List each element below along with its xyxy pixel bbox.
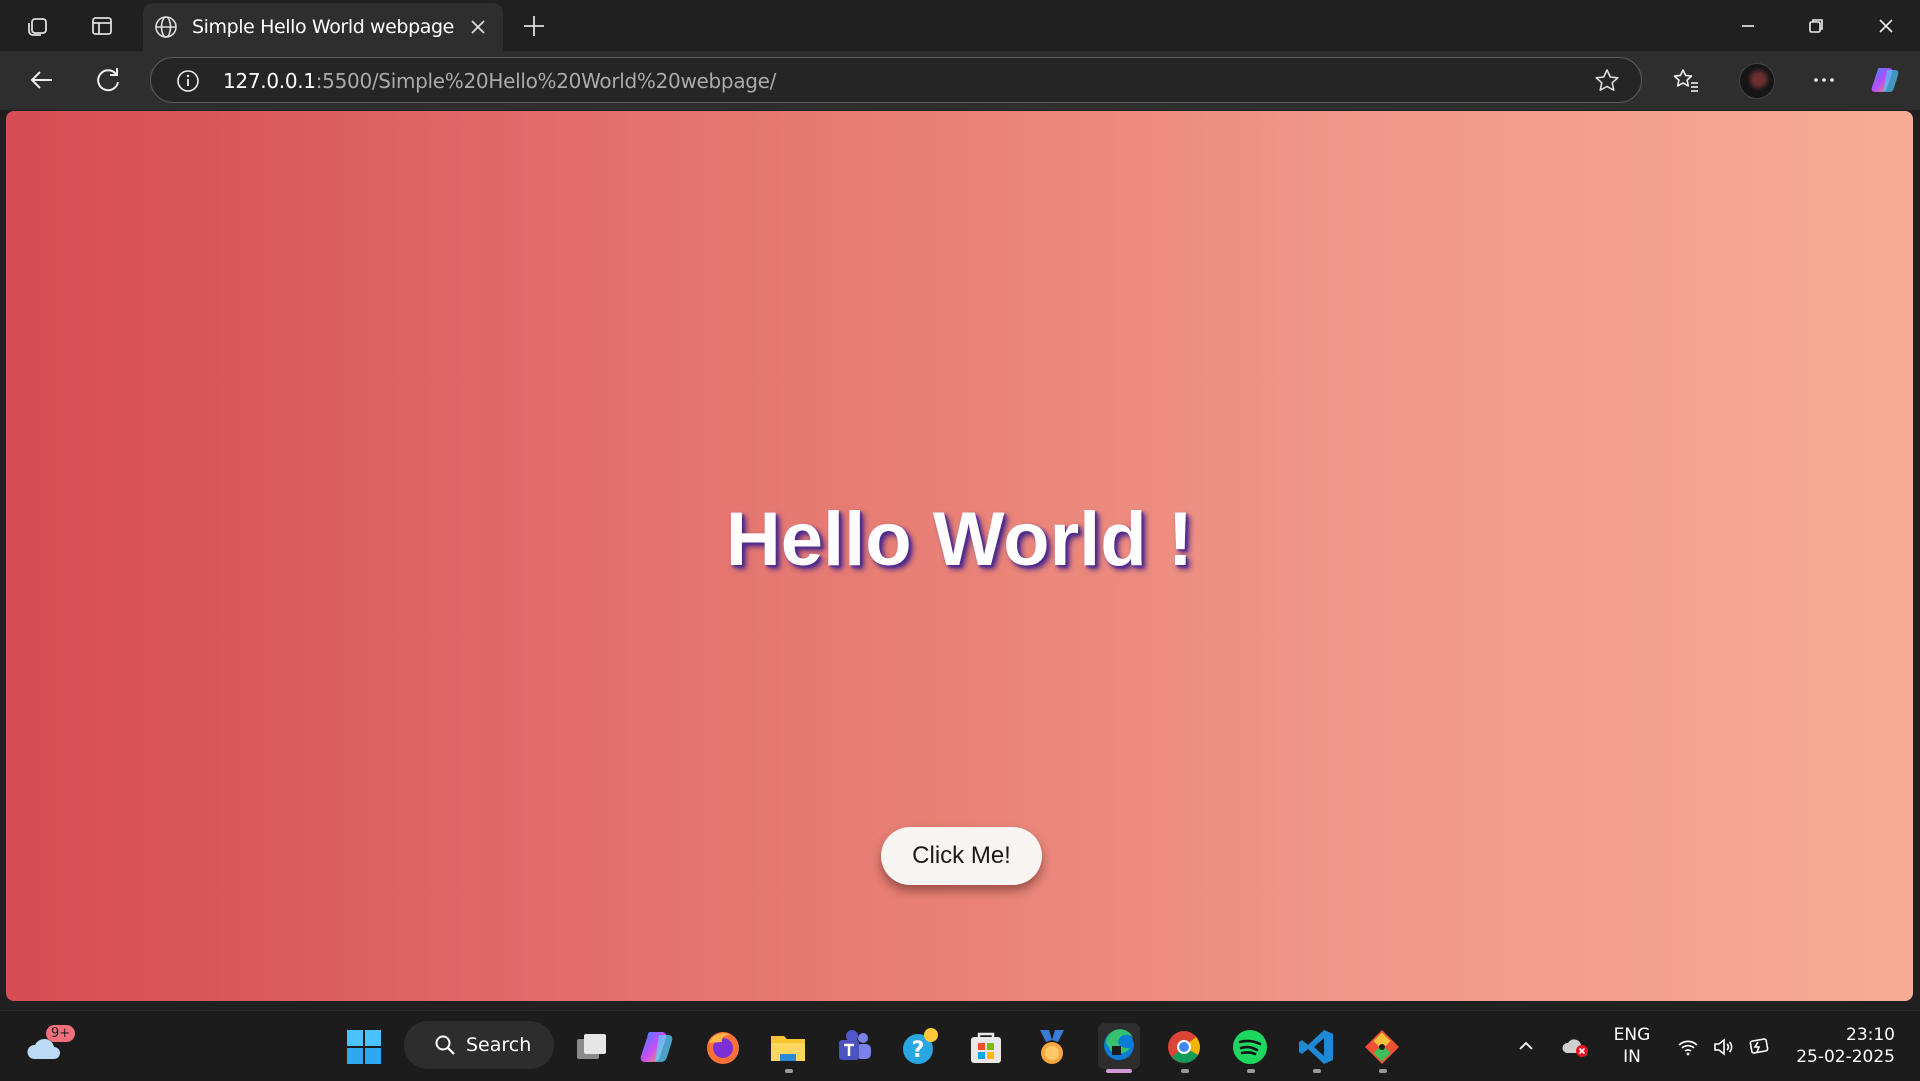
more-options-icon[interactable] [1808, 64, 1840, 96]
battery-icon[interactable] [1747, 1033, 1773, 1059]
wifi-icon[interactable] [1676, 1035, 1700, 1059]
page-viewport: Hello World ! Click Me! [6, 111, 1913, 1001]
url-host: 127.0.0.1 [223, 69, 316, 93]
firefox-icon[interactable] [703, 1027, 743, 1067]
language-indicator[interactable]: ENG IN [1610, 1024, 1654, 1068]
teams-icon[interactable] [834, 1027, 874, 1067]
windows-start-icon[interactable] [344, 1027, 384, 1067]
hello-heading: Hello World ! [725, 497, 1194, 582]
onedrive-error-icon[interactable] [1561, 1033, 1591, 1059]
weather-badge: 9+ [46, 1025, 76, 1042]
copilot-app-icon[interactable] [637, 1027, 677, 1067]
windows-taskbar: 9+ Search ? ENG IN 23:10 25-02-2025 [0, 1010, 1920, 1081]
file-explorer-icon[interactable] [768, 1027, 808, 1067]
favorite-star-icon[interactable] [1593, 67, 1621, 95]
address-bar[interactable]: 127.0.0.1:5500/Simple%20Hello%20World%20… [150, 57, 1642, 103]
workspaces-icon[interactable] [24, 12, 52, 40]
vscode-icon[interactable] [1296, 1027, 1336, 1067]
rewards-icon[interactable] [1032, 1027, 1072, 1067]
restore-icon[interactable] [1801, 11, 1831, 41]
git-running-indicator [1379, 1069, 1387, 1073]
clock-date: 25-02-2025 [1796, 1047, 1895, 1067]
tab-title: Simple Hello World webpage [192, 16, 454, 38]
minimize-icon[interactable] [1733, 11, 1763, 41]
site-info-icon[interactable] [175, 68, 201, 94]
chrome-icon[interactable] [1164, 1027, 1204, 1067]
search-icon [434, 1034, 456, 1056]
vscode-running-indicator [1313, 1069, 1321, 1073]
edge-icon[interactable] [1098, 1023, 1140, 1069]
url-path: :5500/Simple%20Hello%20World%20webpage/ [315, 69, 777, 93]
search-label: Search [466, 1034, 532, 1056]
profile-avatar[interactable] [1739, 63, 1775, 99]
browser-toolbar: 127.0.0.1:5500/Simple%20Hello%20World%20… [0, 51, 1920, 110]
taskbar-search[interactable]: Search [404, 1021, 554, 1069]
weather-widget[interactable]: 9+ [26, 1025, 76, 1065]
file-explorer-running-indicator [785, 1069, 793, 1073]
chrome-running-indicator [1181, 1069, 1189, 1073]
close-window-icon[interactable] [1871, 11, 1901, 41]
close-tab-icon[interactable] [467, 16, 489, 38]
git-icon[interactable] [1362, 1027, 1402, 1067]
task-view-icon[interactable] [571, 1027, 611, 1067]
url-text[interactable]: 127.0.0.1:5500/Simple%20Hello%20World%20… [223, 69, 776, 93]
language-line-1: ENG [1613, 1025, 1651, 1045]
active-tab[interactable]: Simple Hello World webpage [143, 3, 503, 51]
click-me-button[interactable]: Click Me! [881, 827, 1042, 885]
favorites-icon[interactable] [1670, 64, 1702, 96]
get-help-icon[interactable]: ? [900, 1027, 940, 1067]
volume-icon[interactable] [1711, 1035, 1735, 1059]
copilot-icon[interactable] [1869, 64, 1901, 96]
vertical-tabs-icon[interactable] [88, 12, 116, 40]
clock[interactable]: 23:10 25-02-2025 [1795, 1024, 1895, 1068]
spotify-icon[interactable] [1230, 1027, 1270, 1067]
clock-time: 23:10 [1846, 1025, 1895, 1045]
browser-titlebar: Simple Hello World webpage [0, 0, 1920, 51]
globe-icon [153, 14, 179, 40]
microsoft-store-icon[interactable] [966, 1027, 1006, 1067]
edge-active-indicator [1106, 1069, 1132, 1073]
refresh-icon[interactable] [92, 64, 124, 96]
back-icon[interactable] [26, 64, 58, 96]
svg-text:?: ? [912, 1038, 925, 1063]
show-hidden-icons-chevron[interactable] [1515, 1035, 1537, 1057]
language-line-2: IN [1623, 1047, 1641, 1067]
spotify-running-indicator [1247, 1069, 1255, 1073]
new-tab-icon[interactable] [521, 13, 547, 39]
